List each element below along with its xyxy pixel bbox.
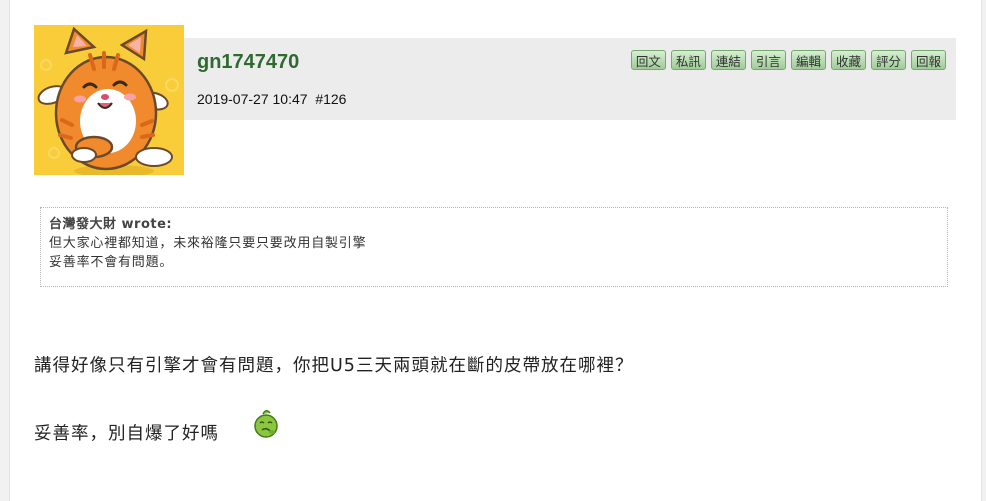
private-message-button[interactable]: 私訊 xyxy=(670,50,706,70)
post-header: gn1747470 2019-07-27 10:47 #126 回文 私訊 連結… xyxy=(184,38,956,120)
reply-button[interactable]: 回文 xyxy=(630,50,666,70)
left-page-border xyxy=(0,0,10,501)
post-timestamp: 2019-07-27 10:47 #126 xyxy=(197,91,347,107)
quote-button[interactable]: 引言 xyxy=(750,50,786,70)
report-button[interactable]: 回報 xyxy=(910,50,946,70)
quote-block: 台灣發大財 wrote: 但大家心裡都知道，未來裕隆只要只要改用自製引擎 妥善率… xyxy=(40,207,948,287)
user-avatar[interactable] xyxy=(34,25,184,175)
rate-button[interactable]: 評分 xyxy=(870,50,906,70)
link-button[interactable]: 連結 xyxy=(710,50,746,70)
cat-avatar-icon xyxy=(34,25,184,175)
post-body-paragraph: 講得好像只有引擎才會有問題，你把U5三天兩頭就在斷的皮帶放在哪裡？ xyxy=(34,356,634,376)
right-page-border xyxy=(981,0,986,501)
post-body-paragraph: 妥善率，別自爆了好嗎 xyxy=(34,424,219,444)
green-blob-emoticon-icon xyxy=(254,410,278,438)
username-link[interactable]: gn1747470 xyxy=(197,51,299,74)
quote-line: 但大家心裡都知道，未來裕隆只要只要改用自製引擎 xyxy=(49,236,367,251)
quote-author: 台灣發大財 wrote: xyxy=(49,217,173,232)
post-action-toolbar: 回文 私訊 連結 引言 編輯 收藏 評分 回報 xyxy=(630,50,946,70)
quote-line: 妥善率不會有問題。 xyxy=(49,255,174,270)
edit-button[interactable]: 編輯 xyxy=(790,50,826,70)
favorite-button[interactable]: 收藏 xyxy=(830,50,866,70)
